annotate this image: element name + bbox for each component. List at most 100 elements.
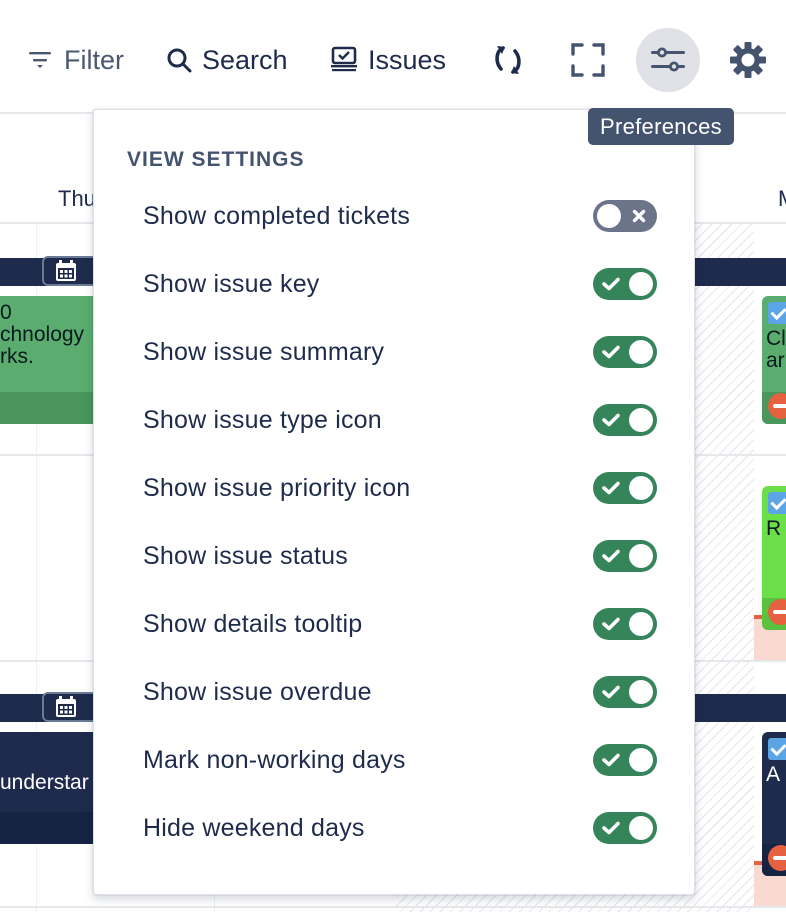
task-checkbox-icon	[768, 738, 786, 760]
check-icon	[602, 481, 620, 495]
setting-toggle[interactable]	[593, 336, 657, 368]
setting-label: Show issue status	[143, 541, 348, 570]
check-icon	[602, 753, 620, 767]
issue-card[interactable]: understar	[0, 732, 96, 844]
setting-row: Show details tooltip	[143, 602, 657, 646]
setting-row: Show issue type icon	[143, 398, 657, 442]
filter-button[interactable]: Filter	[28, 34, 124, 86]
toggle-knob	[629, 476, 653, 500]
setting-row: Show completed tickets	[143, 194, 657, 238]
view-settings-title: VIEW SETTINGS	[127, 148, 305, 171]
day-label-mon: M	[778, 186, 786, 212]
toggle-mark	[627, 200, 651, 232]
toggle-knob	[597, 204, 621, 228]
x-icon	[632, 209, 646, 223]
task-checkbox-icon	[768, 302, 786, 324]
row-divider	[0, 906, 786, 908]
toggle-knob	[629, 816, 653, 840]
setting-row: Hide weekend days	[143, 806, 657, 850]
check-icon	[602, 345, 620, 359]
setting-row: Show issue key	[143, 262, 657, 306]
calendar-icon	[56, 260, 76, 281]
settings-button[interactable]	[716, 28, 780, 92]
refresh-icon	[495, 46, 521, 74]
toggle-knob	[629, 612, 653, 636]
check-icon	[602, 277, 620, 291]
toggle-mark	[599, 540, 623, 572]
preferences-button[interactable]	[636, 28, 700, 92]
issues-icon	[331, 46, 357, 72]
check-icon	[602, 821, 620, 835]
preferences-sliders-icon	[651, 47, 685, 72]
issue-card[interactable]: Cl ar	[762, 296, 786, 424]
toggle-knob	[629, 748, 653, 772]
issue-card-text: understar	[0, 771, 89, 794]
issue-card-text: A	[766, 763, 781, 786]
setting-label: Show details tooltip	[143, 609, 363, 638]
setting-row: Show issue priority icon	[143, 466, 657, 510]
setting-label: Show issue key	[143, 269, 320, 298]
setting-toggle[interactable]	[593, 404, 657, 436]
toggle-mark	[599, 608, 623, 640]
toggle-mark	[599, 744, 623, 776]
setting-row: Show issue summary	[143, 330, 657, 374]
toggle-mark	[599, 336, 623, 368]
check-icon	[602, 617, 620, 631]
setting-label: Show issue overdue	[143, 677, 372, 706]
toggle-knob	[629, 544, 653, 568]
search-icon	[167, 48, 192, 73]
calendar-icon	[56, 696, 76, 717]
setting-label: Mark non-working days	[143, 745, 406, 774]
setting-label: Show issue type icon	[143, 405, 382, 434]
setting-label: Show issue priority icon	[143, 473, 411, 502]
toolbar: Filter Search Issues	[0, 0, 786, 114]
toggle-mark	[599, 812, 623, 844]
issue-card-text: 0 chnology rks.	[0, 301, 85, 368]
setting-toggle[interactable]	[593, 744, 657, 776]
view-settings-popup: VIEW SETTINGS Show completed tickets Show…	[93, 109, 695, 895]
issue-card[interactable]: R	[762, 486, 786, 630]
check-icon	[602, 549, 620, 563]
setting-toggle[interactable]	[593, 676, 657, 708]
setting-row: Show issue overdue	[143, 670, 657, 714]
check-icon	[602, 685, 620, 699]
refresh-button[interactable]	[476, 28, 540, 92]
preferences-tooltip: Preferences	[588, 108, 734, 145]
setting-row: Show issue status	[143, 534, 657, 578]
issue-card[interactable]: A	[762, 732, 786, 876]
issue-card-text: Cl ar	[766, 327, 786, 372]
issue-card-text: R	[766, 517, 782, 540]
setting-label: Show completed tickets	[143, 201, 411, 230]
issue-card-footer	[0, 392, 96, 424]
search-button[interactable]: Search	[166, 34, 288, 86]
setting-toggle[interactable]	[593, 540, 657, 572]
search-label: Search	[202, 44, 288, 75]
day-label-thu: Thu	[58, 186, 96, 211]
setting-toggle[interactable]	[593, 472, 657, 504]
setting-toggle[interactable]	[593, 812, 657, 844]
setting-toggle[interactable]	[593, 200, 657, 232]
toggle-knob	[629, 680, 653, 704]
setting-toggle[interactable]	[593, 268, 657, 300]
check-icon	[602, 413, 620, 427]
toggle-knob	[629, 272, 653, 296]
issues-button[interactable]: Issues	[330, 34, 446, 86]
issue-card-footer	[0, 812, 96, 844]
setting-label: Hide weekend days	[143, 813, 365, 842]
toggle-knob	[629, 340, 653, 364]
setting-toggle[interactable]	[593, 608, 657, 640]
toggle-mark	[599, 268, 623, 300]
filter-icon	[29, 52, 51, 68]
issues-label: Issues	[368, 44, 447, 75]
setting-row: Mark non-working days	[143, 738, 657, 782]
gear-icon	[730, 42, 766, 78]
toggle-mark	[599, 472, 623, 504]
filter-label: Filter	[64, 44, 124, 75]
task-checkbox-icon	[768, 492, 786, 514]
toggle-knob	[629, 408, 653, 432]
issue-card[interactable]: 0 chnology rks.	[0, 296, 96, 424]
fullscreen-icon	[571, 43, 605, 77]
toggle-mark	[599, 676, 623, 708]
setting-label: Show issue summary	[143, 337, 385, 366]
fullscreen-button[interactable]	[556, 28, 620, 92]
